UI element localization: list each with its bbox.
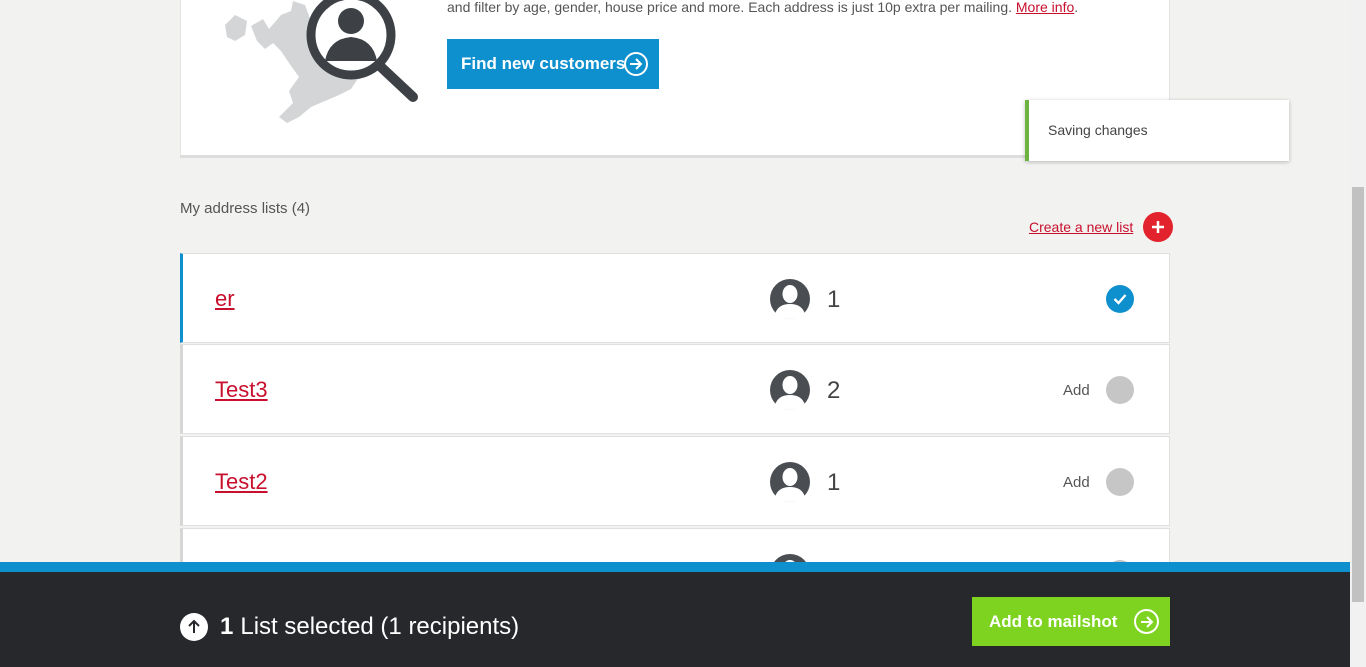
- list-select-toggle[interactable]: [1106, 468, 1134, 496]
- add-label[interactable]: Add: [1063, 382, 1090, 399]
- add-to-mailshot-button[interactable]: Add to mailshot: [972, 597, 1170, 646]
- arrow-right-circle-icon: [1134, 609, 1159, 634]
- promo-description: and filter by age, gender, house price a…: [447, 0, 1167, 15]
- toast-message: Saving changes: [1048, 122, 1148, 138]
- find-new-customers-label: Find new customers: [461, 54, 626, 73]
- recipient-count: 1: [827, 286, 841, 313]
- page-scrollbar[interactable]: [1350, 0, 1366, 667]
- recipient-count: 1: [827, 469, 841, 496]
- find-new-customers-button[interactable]: Find new customers: [447, 39, 659, 89]
- saving-changes-toast: Saving changes: [1025, 100, 1289, 161]
- uk-map-magnifier-icon: [225, 0, 418, 123]
- promo-text: and filter by age, gender, house price a…: [447, 0, 1012, 15]
- address-lists-heading: My address lists (4): [180, 200, 311, 217]
- create-new-list-label[interactable]: Create a new list: [1029, 219, 1133, 235]
- selected-list-text: List selected (1 recipients): [240, 613, 520, 640]
- user-avatar-icon: [770, 370, 810, 410]
- arrow-right-circle-icon: [624, 52, 648, 76]
- list-row[interactable]: Test3 2 Add: [180, 344, 1170, 434]
- selection-summary: 1 List selected (1 recipients): [180, 612, 519, 642]
- list-row[interactable]: Test2 1 Add: [180, 436, 1170, 526]
- list-select-toggle[interactable]: [1106, 285, 1134, 313]
- list-row[interactable]: er 1: [180, 253, 1170, 343]
- selection-footer-bar: 1 List selected (1 recipients) Add to ma…: [0, 562, 1350, 667]
- page: and filter by age, gender, house price a…: [0, 0, 1366, 667]
- list-name-link[interactable]: Test2: [215, 469, 268, 495]
- add-label[interactable]: Add: [1063, 474, 1090, 491]
- more-info-link[interactable]: More info: [1016, 0, 1074, 15]
- checkmark-icon: [1113, 294, 1127, 305]
- plus-icon[interactable]: [1143, 212, 1174, 242]
- create-new-list-link[interactable]: Create a new list: [1029, 212, 1174, 242]
- list-select-toggle[interactable]: [1106, 376, 1134, 404]
- list-name-link[interactable]: Test3: [215, 377, 268, 403]
- selected-list-count: 1: [220, 613, 234, 640]
- recipient-count: 2: [827, 377, 841, 404]
- user-avatar-icon: [770, 462, 810, 502]
- user-avatar-icon: [770, 279, 810, 319]
- arrow-up-icon[interactable]: [180, 613, 208, 641]
- promo-period: .: [1074, 0, 1079, 15]
- scrollbar-thumb[interactable]: [1352, 187, 1364, 602]
- find-customers-promo-card: and filter by age, gender, house price a…: [180, 0, 1170, 158]
- add-to-mailshot-label: Add to mailshot: [989, 611, 1118, 631]
- list-name-link[interactable]: er: [215, 286, 235, 312]
